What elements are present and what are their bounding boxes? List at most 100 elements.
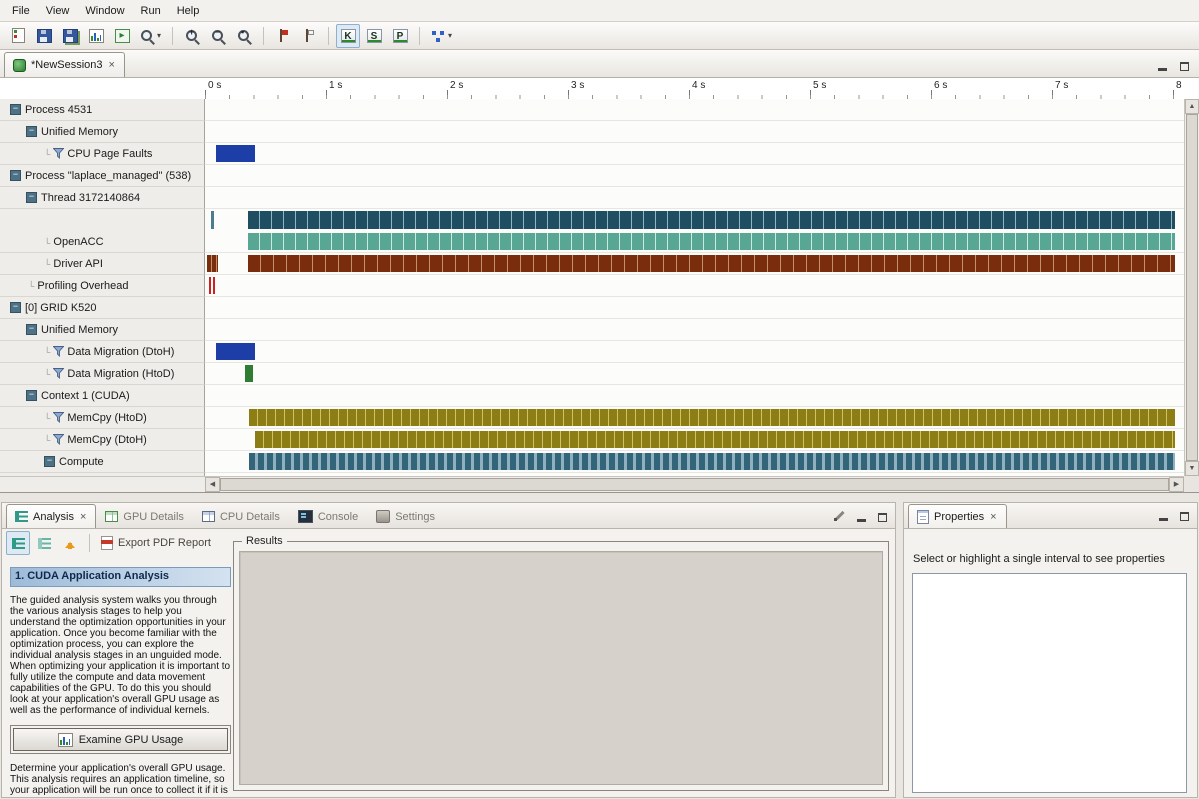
timeline-bar[interactable] bbox=[248, 233, 1175, 251]
horizontal-scrollbar[interactable] bbox=[205, 476, 1184, 492]
tab-gpu-details[interactable]: GPU Details bbox=[96, 504, 193, 528]
goto-prev-marker-button[interactable] bbox=[297, 24, 321, 48]
zoom-out-button[interactable]: − bbox=[206, 24, 230, 48]
tab-newsession3[interactable]: *NewSession3 × bbox=[4, 52, 125, 77]
scroll-left-icon[interactable] bbox=[205, 477, 220, 492]
tab-console[interactable]: Console bbox=[289, 504, 367, 528]
timeline-bar[interactable] bbox=[249, 453, 1175, 470]
guided-analysis-button[interactable] bbox=[6, 531, 30, 555]
tab-cpu-details[interactable]: CPU Details bbox=[193, 504, 289, 528]
collapse-icon[interactable] bbox=[26, 126, 37, 137]
scroll-down-icon[interactable] bbox=[1185, 461, 1199, 476]
analysis-menu-button[interactable]: ▾ bbox=[427, 24, 456, 48]
kernel-mode-k-button[interactable]: K bbox=[336, 24, 360, 48]
minimize-button[interactable] bbox=[854, 510, 868, 522]
timeline-bar[interactable] bbox=[216, 343, 255, 360]
maximize-button[interactable] bbox=[1177, 509, 1191, 521]
row-track[interactable] bbox=[205, 297, 1184, 319]
close-icon[interactable]: × bbox=[79, 512, 87, 522]
row-label-data-migration-dtoh[interactable]: Data Migration (DtoH) bbox=[0, 341, 205, 363]
menu-view[interactable]: View bbox=[38, 3, 78, 19]
minimize-button[interactable] bbox=[1156, 509, 1170, 521]
unguided-analysis-button[interactable] bbox=[32, 531, 56, 555]
row-label-compute[interactable]: Compute bbox=[0, 451, 205, 473]
row-track[interactable] bbox=[205, 429, 1184, 451]
tab-settings[interactable]: Settings bbox=[367, 504, 444, 528]
close-icon[interactable]: × bbox=[989, 512, 997, 522]
row-label-unified-memory[interactable]: Unified Memory bbox=[0, 121, 205, 143]
kernel-mode-s-button[interactable]: S bbox=[362, 24, 386, 48]
tab-analysis[interactable]: Analysis× bbox=[6, 504, 96, 528]
row-track[interactable] bbox=[205, 143, 1184, 165]
row-track[interactable] bbox=[205, 363, 1184, 385]
row-label-unified-memory[interactable]: Unified Memory bbox=[0, 319, 205, 341]
collapse-icon[interactable] bbox=[10, 104, 21, 115]
row-label-context-1-cuda[interactable]: Context 1 (CUDA) bbox=[0, 385, 205, 407]
export-report-button[interactable] bbox=[110, 24, 134, 48]
timeline-ruler[interactable]: 0 s1 s2 s3 s4 s5 s6 s7 s8 bbox=[205, 78, 1184, 99]
zoom-fit-button[interactable]: ▪ bbox=[232, 24, 256, 48]
search-menu-button[interactable]: ▾ bbox=[136, 24, 165, 48]
examine-gpu-usage-button[interactable]: Examine GPU Usage bbox=[10, 725, 231, 754]
row-label-process-laplace-managed-538[interactable]: Process "laplace_managed" (538) bbox=[0, 165, 205, 187]
menu-window[interactable]: Window bbox=[77, 3, 132, 19]
row-label-data-migration-htod[interactable]: Data Migration (HtoD) bbox=[0, 363, 205, 385]
collapse-icon[interactable] bbox=[10, 170, 21, 181]
vertical-scrollbar[interactable] bbox=[1184, 99, 1199, 476]
row-track[interactable] bbox=[205, 275, 1184, 297]
collapse-icon[interactable] bbox=[10, 302, 21, 313]
timeline-bar[interactable] bbox=[245, 365, 253, 382]
timeline-bar[interactable] bbox=[211, 211, 214, 229]
collapse-icon[interactable] bbox=[26, 192, 37, 203]
collapse-icon[interactable] bbox=[26, 390, 37, 401]
row-track[interactable] bbox=[205, 319, 1184, 341]
new-session-button[interactable] bbox=[6, 24, 30, 48]
collapse-icon[interactable] bbox=[44, 456, 55, 467]
row-track[interactable] bbox=[205, 253, 1184, 275]
minimize-button[interactable] bbox=[1155, 59, 1169, 71]
row-label-openacc[interactable]: OpenACC bbox=[0, 209, 205, 253]
maximize-button[interactable] bbox=[1177, 59, 1191, 71]
show-chart-button[interactable] bbox=[84, 24, 108, 48]
timeline-bar[interactable] bbox=[255, 431, 1175, 448]
timeline-bar[interactable] bbox=[249, 409, 1175, 426]
goto-next-marker-button[interactable] bbox=[271, 24, 295, 48]
scroll-right-icon[interactable] bbox=[1169, 477, 1184, 492]
zoom-in-button[interactable]: + bbox=[180, 24, 204, 48]
row-track[interactable] bbox=[205, 187, 1184, 209]
tab-properties[interactable]: Properties× bbox=[908, 504, 1007, 528]
row-label-driver-api[interactable]: Driver API bbox=[0, 253, 205, 275]
collapse-icon[interactable] bbox=[26, 324, 37, 335]
kernel-mode-p-button[interactable]: P bbox=[388, 24, 412, 48]
examine-gpu-usage-button-face[interactable]: Examine GPU Usage bbox=[13, 728, 228, 751]
row-label-process-4531[interactable]: Process 4531 bbox=[0, 99, 205, 121]
timeline-bar[interactable] bbox=[216, 145, 255, 162]
menu-help[interactable]: Help bbox=[169, 3, 208, 19]
vertical-scrollbar-thumb[interactable] bbox=[1186, 114, 1198, 461]
row-label-profiling-overhead[interactable]: Profiling Overhead bbox=[0, 275, 205, 297]
row-label-0-grid-k520[interactable]: [0] GRID K520 bbox=[0, 297, 205, 319]
row-track[interactable] bbox=[205, 121, 1184, 143]
row-track[interactable] bbox=[205, 165, 1184, 187]
close-icon[interactable]: × bbox=[108, 60, 116, 70]
row-track[interactable] bbox=[205, 385, 1184, 407]
menu-file[interactable]: File bbox=[4, 3, 38, 19]
row-track[interactable] bbox=[205, 451, 1184, 473]
export-pdf-report-button[interactable]: Export PDF Report bbox=[97, 531, 215, 555]
view-menu-icon[interactable] bbox=[834, 509, 847, 522]
save-session-button[interactable] bbox=[32, 24, 56, 48]
switch-analysis-button[interactable] bbox=[58, 531, 82, 555]
analysis-section-title[interactable]: 1. CUDA Application Analysis bbox=[10, 567, 231, 587]
row-label-memcpy-dtoh[interactable]: MemCpy (DtoH) bbox=[0, 429, 205, 451]
horizontal-scrollbar-thumb[interactable] bbox=[220, 478, 1169, 491]
scroll-up-icon[interactable] bbox=[1185, 99, 1199, 114]
timeline-bar[interactable] bbox=[209, 277, 211, 294]
row-label-thread-3172140864[interactable]: Thread 3172140864 bbox=[0, 187, 205, 209]
row-label-memcpy-htod[interactable]: MemCpy (HtoD) bbox=[0, 407, 205, 429]
row-track[interactable] bbox=[205, 209, 1184, 253]
row-track[interactable] bbox=[205, 407, 1184, 429]
timeline-bar[interactable] bbox=[207, 255, 218, 272]
row-track[interactable] bbox=[205, 99, 1184, 121]
menu-run[interactable]: Run bbox=[133, 3, 169, 19]
save-session-as-button[interactable] bbox=[58, 24, 82, 48]
